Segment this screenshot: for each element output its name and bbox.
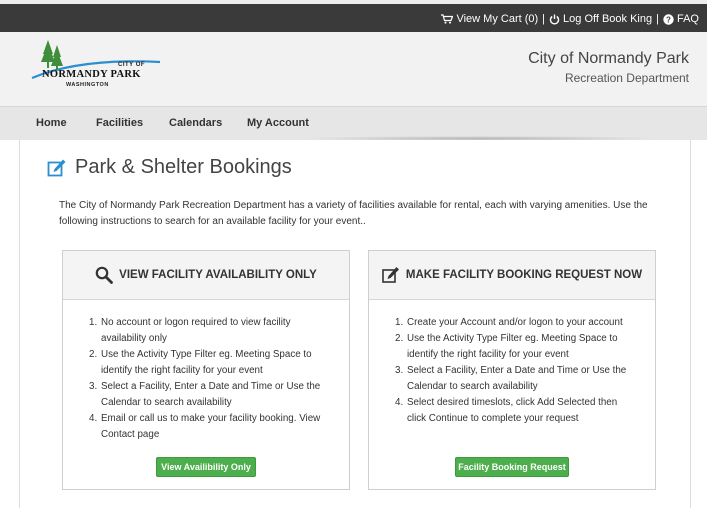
top-links: View My Cart (0) | Log Off Book King | ?… xyxy=(441,13,699,25)
step-text: No account or logon required to view fac… xyxy=(101,317,291,344)
step-text: Select a Facility, Enter a Date and Time… xyxy=(407,365,627,392)
site-title: City of Normandy Park xyxy=(528,50,689,67)
power-icon xyxy=(549,14,560,24)
site-subtitle: Recreation Department xyxy=(564,71,689,85)
step-number: 2. xyxy=(395,333,404,344)
booking-request-button[interactable]: Facility Booking Request xyxy=(455,457,569,477)
step-text: Select a Facility, Enter a Date and Time… xyxy=(101,381,321,408)
site-header: CITY OF NORMANDY PARK WASHINGTON City of… xyxy=(0,32,707,106)
main-nav: Home Facilities Calendars My Account xyxy=(0,106,707,141)
nav-my-account[interactable]: My Account xyxy=(247,117,309,129)
list-item: 3. Select a Facility, Enter a Date and Ti… xyxy=(395,363,635,395)
step-text: Select desired timeslots, click Add Sele… xyxy=(407,397,618,424)
log-off-link[interactable]: Log Off Book King xyxy=(549,13,652,25)
panel-title: VIEW FACILITY AVAILABILITY ONLY xyxy=(119,269,317,281)
step-number: 1. xyxy=(89,317,98,328)
nav-home[interactable]: Home xyxy=(36,117,67,129)
list-item: 2. Use the Activity Type Filter eg. Meeti… xyxy=(89,347,329,379)
view-cart-link[interactable]: View My Cart (0) xyxy=(441,13,538,25)
instruction-list: 1. Create your Account and/or logon to yo… xyxy=(395,315,635,427)
step-number: 4. xyxy=(395,397,404,408)
nav-facilities[interactable]: Facilities xyxy=(96,117,143,129)
search-icon xyxy=(95,266,114,284)
logo-name: NORMANDY PARK xyxy=(42,69,141,80)
city-logo[interactable]: CITY OF NORMANDY PARK WASHINGTON xyxy=(30,40,170,96)
list-item: 3. Select a Facility, Enter a Date and Ti… xyxy=(89,379,329,411)
page-heading: Park & Shelter Bookings xyxy=(47,156,292,179)
step-number: 2. xyxy=(89,349,98,360)
booking-request-panel: MAKE FACILITY BOOKING REQUEST NOW 1. Crea… xyxy=(368,250,656,490)
step-text: Use the Activity Type Filter eg. Meeting… xyxy=(101,349,312,376)
panel-title: MAKE FACILITY BOOKING REQUEST NOW xyxy=(405,269,643,281)
page-title: Park & Shelter Bookings xyxy=(75,156,292,178)
edit-icon xyxy=(382,267,399,283)
step-text: Create your Account and/or logon to your… xyxy=(407,317,623,328)
list-item: 2. Use the Activity Type Filter eg. Meeti… xyxy=(395,331,635,363)
separator: | xyxy=(656,13,659,25)
svg-text:?: ? xyxy=(666,15,671,24)
top-bar: View My Cart (0) | Log Off Book King | ?… xyxy=(0,0,707,32)
list-item: 4. Select desired timeslots, click Add Se… xyxy=(395,395,635,427)
view-cart-label: View My Cart (0) xyxy=(456,13,539,25)
view-availability-panel: VIEW FACILITY AVAILABILITY ONLY 1. No acc… xyxy=(62,250,350,490)
list-item: 1. Create your Account and/or logon to yo… xyxy=(395,315,635,331)
step-number: 1. xyxy=(395,317,404,328)
nav-calendars[interactable]: Calendars xyxy=(169,117,222,129)
step-number: 4. xyxy=(89,413,98,424)
list-item: 4. Email or call us to make your facility… xyxy=(89,411,329,443)
step-number: 3. xyxy=(89,381,98,392)
panel-header: MAKE FACILITY BOOKING REQUEST NOW xyxy=(369,251,655,300)
main-content: Park & Shelter Bookings The City of Norm… xyxy=(19,140,691,508)
intro-text: The City of Normandy Park Recreation Dep… xyxy=(59,200,648,227)
logo-city-of: CITY OF xyxy=(118,62,146,68)
edit-icon xyxy=(47,159,66,176)
faq-label: FAQ xyxy=(676,13,699,25)
step-number: 3. xyxy=(395,365,404,376)
log-off-label: Log Off Book King xyxy=(563,13,653,25)
view-availability-button[interactable]: View Availibility Only xyxy=(156,457,256,477)
logo-state: WASHINGTON xyxy=(66,82,109,88)
panel-header: VIEW FACILITY AVAILABILITY ONLY xyxy=(63,251,349,300)
faq-link[interactable]: ? FAQ xyxy=(663,13,699,25)
step-text: Use the Activity Type Filter eg. Meeting… xyxy=(407,333,618,360)
separator: | xyxy=(542,13,546,25)
step-text: Email or call us to make your facility b… xyxy=(101,413,321,440)
cart-icon xyxy=(441,14,454,24)
question-circle-icon: ? xyxy=(663,13,674,25)
instruction-list: 1. No account or logon required to view f… xyxy=(89,315,329,443)
list-item: 1. No account or logon required to view f… xyxy=(89,315,329,347)
